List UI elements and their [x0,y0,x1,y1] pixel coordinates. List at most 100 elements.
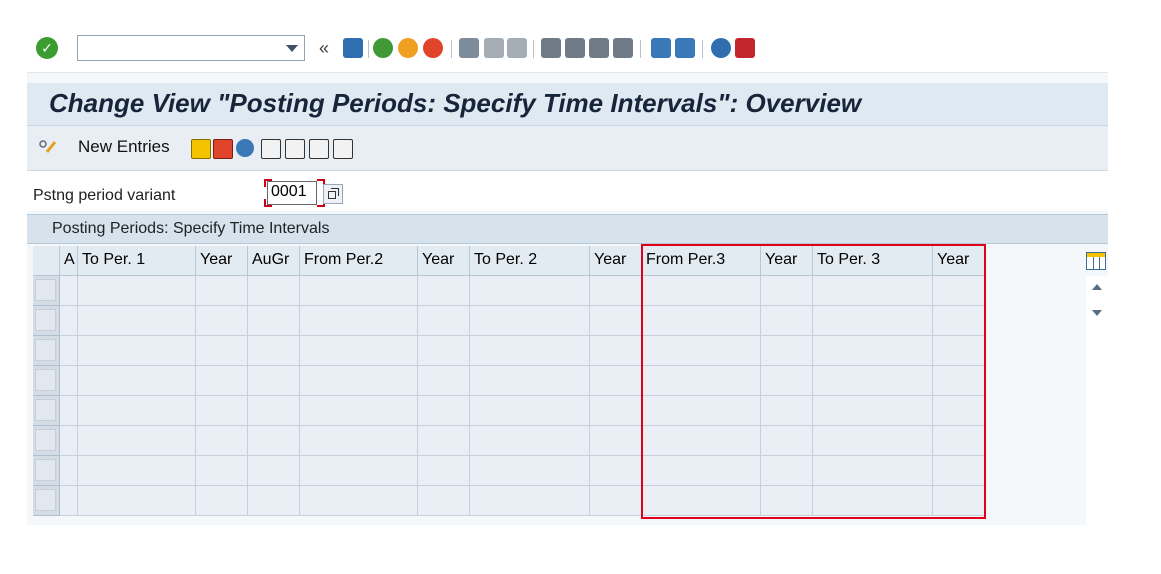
scroll-up-icon[interactable] [1092,284,1102,290]
row-selector[interactable] [33,396,60,426]
table-cell[interactable] [300,486,418,516]
table-cell[interactable] [60,336,78,366]
table-cell[interactable] [470,456,590,486]
row-selector[interactable] [33,456,60,486]
column-header[interactable]: From Per.2 [300,246,418,276]
table-cell[interactable] [78,396,196,426]
vertical-scrollbar[interactable] [1086,276,1108,525]
table-cell[interactable] [196,336,248,366]
table-cell[interactable] [590,336,642,366]
table-cell[interactable] [761,276,813,306]
table-cell[interactable] [418,366,470,396]
table-cell[interactable] [196,366,248,396]
table-cell[interactable] [642,366,761,396]
table-cell[interactable] [761,426,813,456]
table-cell[interactable] [60,276,78,306]
table-cell[interactable] [300,426,418,456]
table-cell[interactable] [761,306,813,336]
table-cell[interactable] [196,456,248,486]
table-cell[interactable] [418,336,470,366]
find-icon[interactable] [484,38,504,58]
row-selector[interactable] [33,486,60,516]
table-cell[interactable] [78,366,196,396]
table-cell[interactable] [300,306,418,336]
table-cell[interactable] [813,306,933,336]
table-cell[interactable] [813,456,933,486]
table-cell[interactable] [248,396,300,426]
table-cell[interactable] [418,276,470,306]
undo-icon[interactable] [236,139,254,157]
delete-icon[interactable] [213,139,233,159]
back-icon[interactable] [373,38,393,58]
table-cell[interactable] [590,426,642,456]
column-header[interactable]: Year [933,246,985,276]
value-help-icon[interactable] [323,184,343,204]
table-cell[interactable] [813,366,933,396]
column-header[interactable]: To Per. 1 [78,246,196,276]
table-cell[interactable] [418,486,470,516]
table-cell[interactable] [813,426,933,456]
column-header[interactable]: From Per.3 [642,246,761,276]
column-header[interactable]: Year [590,246,642,276]
table-cell[interactable] [196,306,248,336]
variant-field[interactable]: 0001 [267,181,317,205]
first-page-icon[interactable] [541,38,561,58]
table-cell[interactable] [196,396,248,426]
table-cell[interactable] [60,456,78,486]
table-cell[interactable] [248,456,300,486]
table-cell[interactable] [761,456,813,486]
table-cell[interactable] [642,306,761,336]
previous-page-icon[interactable] [565,38,585,58]
exit-icon[interactable] [398,38,418,58]
table-cell[interactable] [248,336,300,366]
table-cell[interactable] [933,486,985,516]
table-cell[interactable] [470,366,590,396]
row-selector[interactable] [33,366,60,396]
table-cell[interactable] [470,486,590,516]
table-cell[interactable] [418,306,470,336]
row-selector[interactable] [33,276,60,306]
table-cell[interactable] [590,366,642,396]
command-field[interactable] [77,35,305,61]
table-cell[interactable] [761,396,813,426]
new-entries-button[interactable]: New Entries [78,137,170,157]
table-cell[interactable] [590,396,642,426]
column-header[interactable]: To Per. 2 [470,246,590,276]
table-cell[interactable] [60,306,78,336]
save-icon[interactable] [343,38,363,58]
find-next-icon[interactable] [507,38,527,58]
table-cell[interactable] [590,486,642,516]
table-cell[interactable] [470,426,590,456]
print-list-icon[interactable] [333,139,353,159]
next-page-icon[interactable] [589,38,609,58]
table-cell[interactable] [642,486,761,516]
create-session-icon[interactable] [651,38,671,58]
column-header[interactable]: Year [196,246,248,276]
table-cell[interactable] [418,456,470,486]
table-cell[interactable] [761,336,813,366]
table-cell[interactable] [78,306,196,336]
table-cell[interactable] [300,366,418,396]
table-cell[interactable] [590,306,642,336]
table-cell[interactable] [60,486,78,516]
dropdown-icon[interactable] [286,45,298,52]
select-block-icon[interactable] [285,139,305,159]
column-header[interactable]: A [60,246,78,276]
table-cell[interactable] [590,456,642,486]
table-cell[interactable] [196,486,248,516]
copy-icon[interactable] [191,139,211,159]
table-cell[interactable] [933,306,985,336]
table-cell[interactable] [300,276,418,306]
table-cell[interactable] [78,276,196,306]
table-cell[interactable] [248,426,300,456]
table-cell[interactable] [813,276,933,306]
table-cell[interactable] [642,276,761,306]
table-cell[interactable] [813,486,933,516]
double-arrow-icon[interactable]: « [317,38,331,58]
table-cell[interactable] [470,306,590,336]
table-cell[interactable] [642,456,761,486]
table-cell[interactable] [60,426,78,456]
table-cell[interactable] [933,456,985,486]
table-cell[interactable] [933,336,985,366]
table-cell[interactable] [813,336,933,366]
